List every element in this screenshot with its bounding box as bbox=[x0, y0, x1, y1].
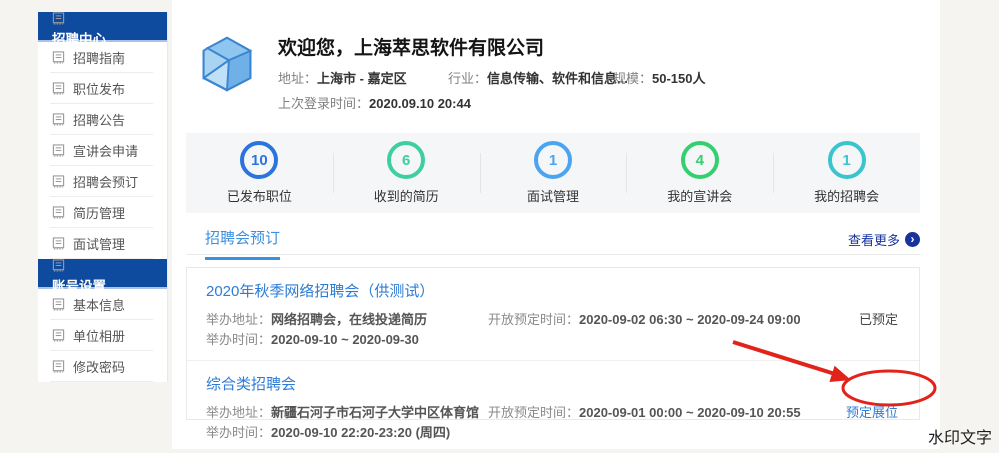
sidebar-item[interactable]: 职位发布 bbox=[38, 73, 167, 104]
sidebar-item[interactable]: 基本信息 bbox=[38, 289, 167, 320]
fair-open-label: 开放预定时间： bbox=[488, 405, 579, 420]
sidebar-item[interactable]: 招聘中心 bbox=[38, 12, 167, 42]
document-icon bbox=[52, 329, 65, 342]
tab-job-fair-booking[interactable]: 招聘会预订 bbox=[205, 227, 280, 260]
job-fair-title[interactable]: 综合类招聘会 bbox=[206, 373, 900, 394]
sidebar-item-label: 招聘会预订 bbox=[73, 172, 138, 191]
document-icon bbox=[52, 51, 65, 64]
chevron-right-icon bbox=[905, 232, 920, 247]
sidebar-item-label: 单位相册 bbox=[73, 326, 125, 345]
document-icon bbox=[52, 144, 65, 157]
document-icon bbox=[52, 82, 65, 95]
fair-open-time: 开放预定时间：2020-09-02 06:30 ~ 2020-09-24 09:… bbox=[488, 310, 801, 330]
stat-circle: 6 bbox=[387, 141, 425, 179]
stat-label: 我的招聘会 bbox=[814, 186, 879, 205]
last-login-value: 2020.09.10 20:44 bbox=[369, 96, 471, 111]
fair-time-value: 2020-09-10 ~ 2020-09-30 bbox=[271, 332, 419, 347]
company-address: 地址：上海市 - 嘉定区 bbox=[278, 68, 407, 87]
sidebar-item-label: 基本信息 bbox=[73, 295, 125, 314]
sidebar-item[interactable]: 招聘会预订 bbox=[38, 166, 167, 197]
sidebar-item-label: 招聘指南 bbox=[73, 48, 125, 67]
sidebar-item[interactable]: 面试管理 bbox=[38, 228, 167, 259]
stat-label: 收到的简历 bbox=[374, 186, 439, 205]
watermark-text: 水印文字 bbox=[928, 424, 992, 448]
job-fair-row: 综合类招聘会 举办地址：新疆石河子市石河子大学中区体育馆 开放预定时间：2020… bbox=[187, 360, 919, 453]
company-scale: 规模：50-150人 bbox=[613, 68, 706, 87]
stat-circle: 4 bbox=[681, 141, 719, 179]
fair-addr-label: 举办地址： bbox=[206, 405, 271, 420]
job-fair-meta-line-2: 举办时间：2020-09-10 ~ 2020-09-30 bbox=[206, 330, 900, 350]
stat-circle: 1 bbox=[828, 141, 866, 179]
stat-item[interactable]: 1 我的招聘会 bbox=[773, 133, 920, 213]
company-logo-icon bbox=[199, 34, 255, 94]
sidebar-item[interactable]: 单位相册 bbox=[38, 320, 167, 351]
fair-action[interactable]: 已预定 bbox=[859, 310, 898, 330]
job-fair-list: 2020年秋季网络招聘会（供测试） 举办地址：网络招聘会，在线投递简历 开放预定… bbox=[186, 267, 920, 420]
fair-time-value: 2020-09-10 22:20-23:20 (周四) bbox=[271, 425, 450, 440]
sidebar-item[interactable]: 修改密码 bbox=[38, 351, 167, 382]
sidebar-item[interactable]: 账号设置 bbox=[38, 259, 167, 289]
document-icon bbox=[52, 237, 65, 250]
stat-circle: 10 bbox=[240, 141, 278, 179]
company-industry: 行业：信息传输、软件和信息... bbox=[448, 68, 628, 87]
fair-time-label: 举办时间： bbox=[206, 332, 271, 347]
stat-item[interactable]: 10 已发布职位 bbox=[186, 133, 333, 213]
document-icon bbox=[52, 206, 65, 219]
welcome-title: 欢迎您，上海萃思软件有限公司 bbox=[278, 33, 544, 60]
fair-open-value: 2020-09-01 00:00 ~ 2020-09-10 20:55 bbox=[579, 405, 801, 420]
job-fair-meta-line-1: 举办地址：网络招聘会，在线投递简历 开放预定时间：2020-09-02 06:3… bbox=[206, 310, 900, 330]
last-login: 上次登录时间：2020.09.10 20:44 bbox=[278, 93, 471, 112]
job-fair-title[interactable]: 2020年秋季网络招聘会（供测试） bbox=[206, 280, 900, 301]
document-icon bbox=[52, 12, 65, 25]
document-icon bbox=[52, 113, 65, 126]
sidebar: 招聘中心 招聘指南 职位发布 招聘 bbox=[38, 12, 168, 382]
sidebar-item-label: 面试管理 bbox=[73, 234, 125, 253]
sidebar-item-label: 修改密码 bbox=[73, 357, 125, 376]
industry-value: 信息传输、软件和信息... bbox=[487, 71, 628, 86]
scale-value: 50-150人 bbox=[652, 71, 705, 86]
address-value: 上海市 - 嘉定区 bbox=[317, 71, 407, 86]
section-tab-bar: 招聘会预订 查看更多 bbox=[186, 224, 920, 255]
sidebar-item[interactable]: 招聘指南 bbox=[38, 42, 167, 73]
stat-item[interactable]: 6 收到的简历 bbox=[333, 133, 480, 213]
document-icon bbox=[52, 259, 65, 272]
view-more-label: 查看更多 bbox=[848, 230, 900, 249]
sidebar-item-label: 招聘公告 bbox=[73, 110, 125, 129]
sidebar-item-label: 职位发布 bbox=[73, 79, 125, 98]
fair-time-label: 举办时间： bbox=[206, 425, 271, 440]
last-login-label: 上次登录时间： bbox=[278, 96, 369, 111]
fair-open-value: 2020-09-02 06:30 ~ 2020-09-24 09:00 bbox=[579, 312, 801, 327]
job-fair-meta-line-2: 举办时间：2020-09-10 22:20-23:20 (周四) bbox=[206, 423, 900, 443]
sidebar-item-label: 宣讲会申请 bbox=[73, 141, 138, 160]
job-fair-meta-line-1: 举办地址：新疆石河子市石河子大学中区体育馆 开放预定时间：2020-09-01 … bbox=[206, 403, 900, 423]
stat-label: 我的宣讲会 bbox=[667, 186, 732, 205]
fair-action[interactable]: 预定展位 bbox=[846, 403, 898, 423]
fair-open-label: 开放预定时间： bbox=[488, 312, 579, 327]
stat-label: 面试管理 bbox=[527, 186, 579, 205]
address-label: 地址： bbox=[278, 71, 317, 86]
sidebar-item[interactable]: 宣讲会申请 bbox=[38, 135, 167, 166]
stat-item[interactable]: 1 面试管理 bbox=[480, 133, 627, 213]
document-icon bbox=[52, 360, 65, 373]
stat-item[interactable]: 4 我的宣讲会 bbox=[626, 133, 773, 213]
sidebar-item[interactable]: 招聘公告 bbox=[38, 104, 167, 135]
fair-open-time: 开放预定时间：2020-09-01 00:00 ~ 2020-09-10 20:… bbox=[488, 403, 801, 423]
view-more-link[interactable]: 查看更多 bbox=[848, 230, 920, 249]
fair-addr-value: 新疆石河子市石河子大学中区体育馆 bbox=[271, 405, 479, 420]
document-icon bbox=[52, 298, 65, 311]
document-icon bbox=[52, 175, 65, 188]
scale-label: 规模： bbox=[613, 71, 652, 86]
sidebar-item[interactable]: 简历管理 bbox=[38, 197, 167, 228]
stat-label: 已发布职位 bbox=[227, 186, 292, 205]
stat-circle: 1 bbox=[534, 141, 572, 179]
sidebar-item-label: 简历管理 bbox=[73, 203, 125, 222]
stats-panel: 10 已发布职位 6 收到的简历 1 面试管理 4 我的宣讲会 1 我的招聘会 bbox=[186, 133, 920, 213]
fair-addr-value: 网络招聘会，在线投递简历 bbox=[271, 312, 427, 327]
job-fair-row: 2020年秋季网络招聘会（供测试） 举办地址：网络招聘会，在线投递简历 开放预定… bbox=[187, 268, 919, 360]
industry-label: 行业： bbox=[448, 71, 487, 86]
fair-addr-label: 举办地址： bbox=[206, 312, 271, 327]
